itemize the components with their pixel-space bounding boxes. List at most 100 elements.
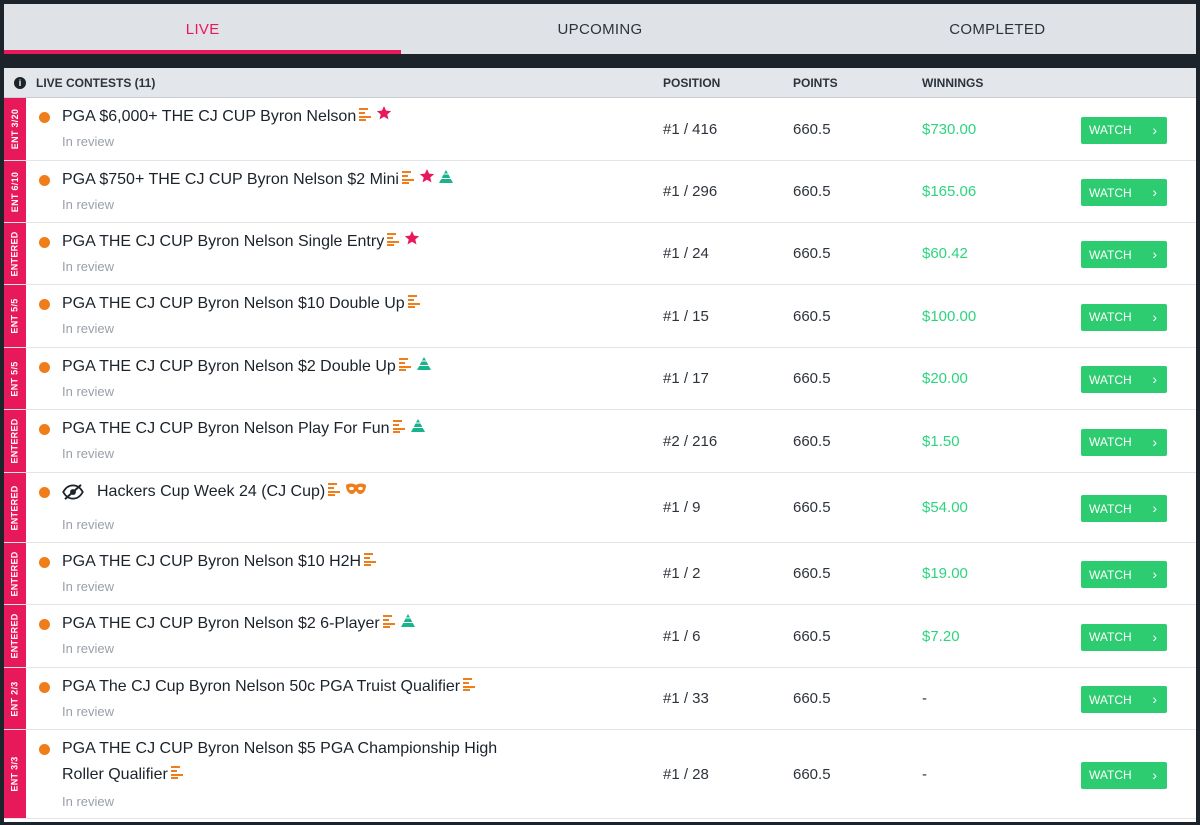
contest-winnings: -: [922, 765, 927, 783]
contest-name[interactable]: PGA THE CJ CUP Byron Nelson $5 PGA Champ…: [62, 736, 542, 788]
watch-button[interactable]: WATCH ›: [1081, 366, 1167, 393]
live-contests-title: LIVE CONTESTS (11): [36, 75, 156, 90]
chevron-right-icon: ›: [1152, 566, 1157, 582]
contest-name[interactable]: PGA THE CJ CUP Byron Nelson $2 6-Player: [62, 611, 416, 637]
contest-name[interactable]: PGA The CJ Cup Byron Nelson 50c PGA Trui…: [62, 674, 477, 700]
watch-button[interactable]: WATCH ›: [1081, 686, 1167, 713]
contest-position: #1 / 6: [663, 627, 701, 645]
mask-icon: [345, 479, 367, 505]
entry-tag: ENT 3/20: [4, 98, 26, 160]
contest-winnings: $54.00: [922, 499, 968, 516]
tab-upcoming[interactable]: UPCOMING: [401, 4, 798, 54]
bars-icon: [170, 762, 185, 788]
contest-position: #1 / 17: [663, 370, 709, 387]
hidden-eye-icon: [62, 484, 84, 505]
contest-position: #1 / 9: [663, 499, 701, 516]
chevron-right-icon: ›: [1152, 371, 1157, 387]
entry-tag: ENTERED: [4, 543, 26, 604]
watch-button[interactable]: WATCH ›: [1081, 428, 1167, 456]
contest-status: In review: [62, 446, 115, 461]
watch-button[interactable]: WATCH ›: [1081, 561, 1167, 588]
contest-row[interactable]: ENT 3/20 PGA $6,000+ THE CJ CUP Byron Ne…: [4, 98, 1196, 161]
watch-button[interactable]: WATCH ›: [1081, 241, 1167, 268]
tab-live[interactable]: LIVE: [4, 4, 402, 54]
contest-name[interactable]: PGA THE CJ CUP Byron Nelson $2 Double Up: [62, 354, 432, 380]
info-icon[interactable]: i: [14, 77, 26, 89]
contest-winnings: $165.06: [922, 183, 977, 200]
contest-row[interactable]: ENTERED Hackers Cup Week 24 (CJ Cup) In …: [4, 473, 1196, 543]
contest-points: 660.5: [793, 245, 831, 262]
points-header: POINTS: [793, 75, 838, 90]
contest-winnings: -: [922, 690, 927, 707]
star-icon: [404, 229, 420, 255]
winnings-header: WINNINGS: [922, 75, 984, 90]
contest-row[interactable]: ENTERED PGA THE CJ CUP Byron Nelson Sing…: [4, 223, 1196, 285]
contest-position: #1 / 24: [663, 245, 709, 262]
contest-position: #1 / 28: [663, 765, 709, 783]
entry-tag: ENTERED: [4, 410, 26, 472]
contest-points: 660.5: [793, 183, 831, 200]
contest-points: 660.5: [793, 627, 831, 645]
pyramid-icon: [438, 167, 454, 193]
chevron-right-icon: ›: [1152, 184, 1157, 200]
chevron-right-icon: ›: [1152, 500, 1157, 516]
contest-row[interactable]: ENT 5/5 PGA THE CJ CUP Byron Nelson $2 D…: [4, 348, 1196, 410]
watch-button[interactable]: WATCH ›: [1081, 303, 1167, 331]
contest-row[interactable]: ENTERED PGA THE CJ CUP Byron Nelson $2 6…: [4, 605, 1196, 668]
contest-status: In review: [62, 579, 115, 594]
watch-button[interactable]: WATCH ›: [1081, 623, 1167, 651]
contest-row[interactable]: ENT 3/3 PGA THE CJ CUP Byron Nelson $5 P…: [4, 730, 1196, 819]
contest-name[interactable]: PGA $6,000+ THE CJ CUP Byron Nelson: [62, 104, 392, 130]
live-status-dot: [39, 299, 50, 310]
contest-position: #1 / 296: [663, 183, 718, 200]
entry-tag: ENTERED: [4, 473, 26, 542]
watch-button[interactable]: WATCH ›: [1081, 761, 1167, 789]
contest-status: In review: [62, 641, 115, 656]
watch-button[interactable]: WATCH ›: [1081, 116, 1167, 144]
entry-tag: ENT 5/5: [4, 348, 26, 409]
bars-icon: [382, 611, 397, 637]
live-status-dot: [39, 175, 50, 186]
contest-status: In review: [62, 134, 115, 149]
live-status-dot: [39, 744, 50, 755]
bars-icon: [463, 674, 477, 700]
bars-icon: [328, 479, 342, 505]
watch-button[interactable]: WATCH ›: [1081, 179, 1167, 206]
contest-row[interactable]: ENT 6/10 PGA $750+ THE CJ CUP Byron Nels…: [4, 161, 1196, 223]
live-status-dot: [39, 424, 50, 435]
contest-winnings: $20.00: [922, 370, 968, 387]
contest-points: 660.5: [793, 565, 831, 582]
star-icon: [376, 104, 392, 130]
contest-row[interactable]: ENT 5/5 PGA THE CJ CUP Byron Nelson $10 …: [4, 285, 1196, 348]
contest-name[interactable]: PGA THE CJ CUP Byron Nelson Single Entry: [62, 229, 420, 255]
contest-name[interactable]: PGA THE CJ CUP Byron Nelson $10 H2H: [62, 549, 378, 575]
entry-tag: ENT 3/3: [4, 730, 26, 818]
bars-icon: [359, 104, 373, 130]
contest-row[interactable]: ENTERED PGA THE CJ CUP Byron Nelson $10 …: [4, 543, 1196, 605]
contest-name[interactable]: PGA THE CJ CUP Byron Nelson $10 Double U…: [62, 291, 422, 317]
contest-status: In review: [62, 794, 115, 809]
bars-icon: [392, 416, 407, 442]
chevron-right-icon: ›: [1152, 121, 1157, 138]
live-status-dot: [39, 237, 50, 248]
entry-tag: ENT 2/3: [4, 668, 26, 729]
live-status-dot: [39, 487, 50, 498]
contest-points: 660.5: [793, 307, 831, 325]
contest-name[interactable]: Hackers Cup Week 24 (CJ Cup): [97, 479, 367, 505]
tab-completed[interactable]: COMPLETED: [799, 4, 1196, 54]
position-header: POSITION: [663, 75, 721, 90]
contest-row[interactable]: ENT 2/3 PGA The CJ Cup Byron Nelson 50c …: [4, 668, 1196, 730]
contest-points: 660.5: [793, 499, 831, 516]
contest-list: ENT 3/20 PGA $6,000+ THE CJ CUP Byron Ne…: [4, 98, 1196, 819]
live-status-dot: [39, 112, 50, 123]
watch-button[interactable]: WATCH ›: [1081, 495, 1167, 522]
star-icon: [419, 167, 435, 193]
pyramid-icon: [400, 611, 416, 637]
entry-tag: ENTERED: [4, 605, 26, 667]
contest-winnings: $7.20: [922, 627, 960, 645]
contest-winnings: $730.00: [922, 120, 977, 138]
contest-points: 660.5: [793, 432, 831, 450]
contest-name[interactable]: PGA $750+ THE CJ CUP Byron Nelson $2 Min…: [62, 167, 454, 193]
contest-name[interactable]: PGA THE CJ CUP Byron Nelson Play For Fun: [62, 416, 426, 442]
contest-row[interactable]: ENTERED PGA THE CJ CUP Byron Nelson Play…: [4, 410, 1196, 473]
